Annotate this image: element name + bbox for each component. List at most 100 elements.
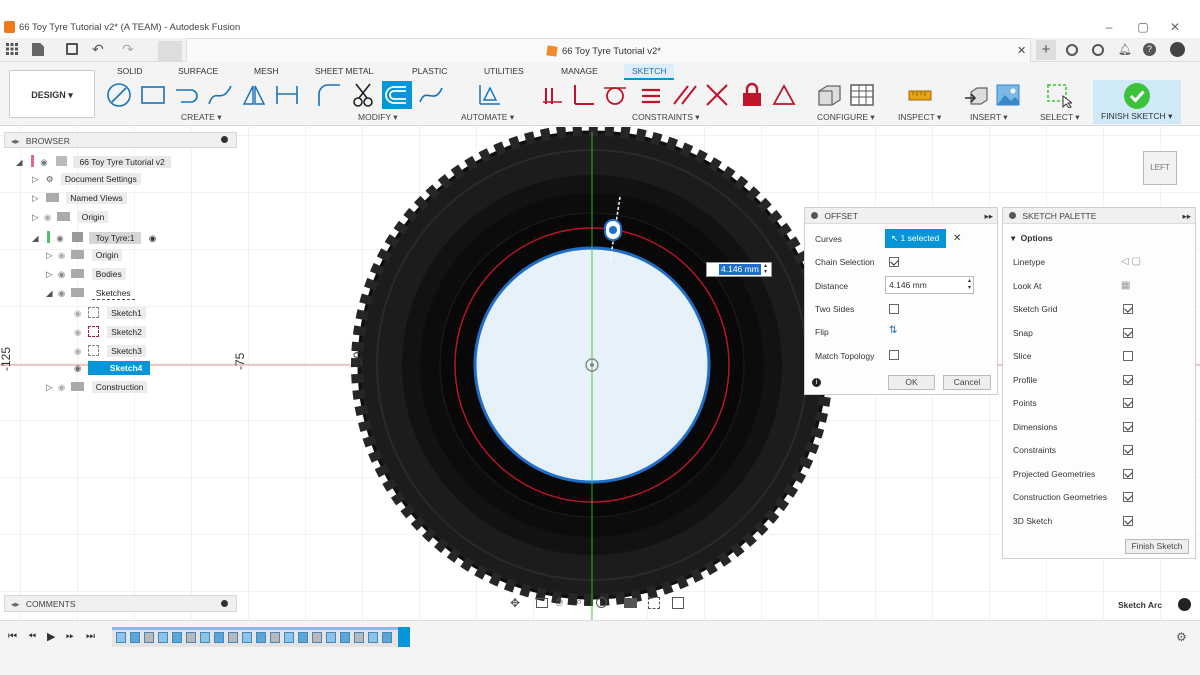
eye-icon[interactable]: ◉: [74, 363, 81, 373]
eye-hidden-icon[interactable]: ◉: [74, 346, 81, 356]
browser-header[interactable]: ◂▸ BROWSER: [4, 132, 237, 148]
fillet-tool-icon[interactable]: [316, 82, 342, 108]
zoom-icon[interactable]: ⌕: [576, 596, 582, 609]
distance-spinner-icon[interactable]: ▴ ▾: [968, 278, 971, 292]
timeline-feature-icon[interactable]: [298, 632, 308, 643]
timeline-feature-icon[interactable]: [284, 632, 294, 643]
browser-pin-icon[interactable]: [221, 136, 228, 143]
timeline-feature-icon[interactable]: [326, 632, 336, 643]
palette-constraints-checkbox[interactable]: [1123, 445, 1133, 455]
viewcube[interactable]: LEFT: [1143, 151, 1177, 185]
zoom-window-icon[interactable]: [596, 597, 607, 608]
display-settings-icon[interactable]: [624, 598, 637, 608]
line-tool-icon[interactable]: [106, 82, 132, 108]
curves-selection-button[interactable]: ↖ 1 selected: [885, 229, 946, 248]
equal-constraint-icon[interactable]: [638, 82, 664, 108]
eye-hidden-icon[interactable]: ◉: [74, 308, 81, 318]
symmetry-constraint-icon[interactable]: [704, 82, 730, 108]
automate-tool-icon[interactable]: [476, 82, 502, 108]
orbit-icon[interactable]: ✥: [510, 596, 520, 610]
timeline-prev-icon[interactable]: ⏪︎: [28, 631, 36, 642]
tree-sketch2[interactable]: ◉ Sketch2: [74, 326, 146, 342]
modify-group-label[interactable]: MODIFY ▾: [358, 112, 398, 123]
dimension-input-value[interactable]: 4.146 mm: [719, 264, 761, 275]
tab-mesh[interactable]: MESH: [254, 66, 279, 76]
grid-settings-icon[interactable]: [648, 597, 660, 609]
palette-slice-checkbox[interactable]: [1123, 351, 1133, 361]
spline-tool-icon[interactable]: [207, 82, 233, 108]
palette-construction-geometries-checkbox[interactable]: [1123, 492, 1133, 502]
save-icon[interactable]: [66, 43, 78, 55]
timeline-feature-icon[interactable]: [144, 632, 154, 643]
timeline-settings-icon[interactable]: ⚙︎: [1176, 630, 1187, 644]
activate-radio-icon[interactable]: ◉: [149, 233, 156, 243]
tab-surface[interactable]: SURFACE: [178, 66, 218, 76]
browser-collapse-icon[interactable]: ◂▸: [11, 136, 20, 146]
palette-snap-checkbox[interactable]: [1123, 327, 1133, 338]
distance-input[interactable]: 4.146 mm ▴ ▾: [885, 276, 974, 294]
insert-group-label[interactable]: INSERT ▾: [970, 112, 1008, 123]
timeline-feature-icon[interactable]: [368, 632, 378, 643]
configure-table-icon[interactable]: [849, 82, 875, 108]
tree-construction[interactable]: ▷ ◉ Construction: [46, 381, 148, 398]
tree-root[interactable]: ◢ ◉ 66 Toy Tyre Tutorial v2: [16, 155, 171, 171]
tree-component[interactable]: ◢ ◉ Toy Tyre:1 ◉: [32, 231, 156, 247]
eye-icon[interactable]: ◉: [58, 288, 65, 298]
create-group-label[interactable]: CREATE ▾: [181, 112, 222, 123]
eye-icon[interactable]: ◉: [40, 157, 47, 167]
palette-profile-checkbox[interactable]: [1123, 374, 1133, 385]
configure-box-icon[interactable]: [816, 82, 842, 108]
timeline-feature-icon[interactable]: [116, 632, 126, 643]
timeline-feature-icon[interactable]: [382, 632, 392, 643]
trim-tool-icon[interactable]: [350, 82, 376, 108]
tree-sketch4[interactable]: ◉ Sketch4: [74, 361, 151, 379]
coincident-constraint-icon[interactable]: [540, 82, 566, 108]
eye-hidden-icon[interactable]: ◉: [58, 250, 65, 260]
ok-button[interactable]: OK: [888, 375, 935, 390]
timeline-feature-icon[interactable]: [186, 632, 196, 643]
comments-collapse-icon[interactable]: ◂▸: [11, 599, 20, 609]
perpendicular-constraint-icon[interactable]: [570, 82, 596, 108]
measure-icon[interactable]: [907, 82, 933, 108]
dimension-tool-icon[interactable]: [274, 82, 300, 108]
document-tab[interactable]: 66 Toy Tyre Tutorial v2* ✕: [186, 38, 1031, 62]
timeline-feature-icon[interactable]: [130, 632, 140, 643]
tangent-constraint-icon[interactable]: [602, 82, 628, 108]
timeline-feature-icon[interactable]: [228, 632, 238, 643]
slot-tool-icon[interactable]: [173, 82, 199, 108]
home-icon[interactable]: [158, 41, 182, 61]
finish-sketch-palette-button[interactable]: Finish Sketch: [1125, 539, 1189, 554]
tree-sketch3[interactable]: ◉ Sketch3: [74, 345, 146, 361]
timeline-feature-icon[interactable]: [200, 632, 210, 643]
flip-icon[interactable]: ⇅: [889, 325, 897, 336]
eye-hidden-icon[interactable]: ◉: [44, 212, 51, 222]
notifications-icon[interactable]: 🔔︎: [1118, 43, 1132, 56]
options-section-header[interactable]: ▾ Options: [1011, 233, 1053, 244]
insert-derive-icon[interactable]: [963, 82, 989, 108]
user-avatar[interactable]: [1170, 42, 1185, 57]
palette-3d-sketch-checkbox[interactable]: [1123, 515, 1133, 526]
parallel-constraint-icon[interactable]: [672, 82, 698, 108]
eye-hidden-icon[interactable]: ◉: [58, 382, 65, 392]
palette-points-checkbox[interactable]: [1123, 398, 1133, 408]
rectangle-tool-icon[interactable]: [140, 82, 166, 108]
timeline-feature-icon[interactable]: [312, 632, 322, 643]
help-icon[interactable]: ?: [1143, 43, 1156, 56]
clear-selection-icon[interactable]: ✕: [953, 233, 961, 244]
dimension-input-box[interactable]: 4.146 mm ▴ ▾: [706, 262, 772, 277]
offset-expand-icon[interactable]: ▸▸: [984, 211, 993, 222]
offset-tool-icon[interactable]: [382, 81, 412, 109]
insert-image-icon[interactable]: [995, 82, 1021, 108]
eye-hidden-icon[interactable]: ◉: [74, 327, 81, 337]
eye-icon[interactable]: ◉: [58, 269, 65, 279]
tree-origin[interactable]: ▷ ◉ Origin: [32, 211, 109, 228]
select-window-icon[interactable]: [1046, 82, 1072, 108]
tree-document-settings[interactable]: ▷ ⚙︎ Document Settings: [32, 173, 141, 190]
timeline-feature-icon[interactable]: [172, 632, 182, 643]
timeline-feature-icon[interactable]: [270, 632, 280, 643]
tree-component-origin[interactable]: ▷ ◉ Origin: [46, 249, 123, 266]
tab-solid[interactable]: SOLID: [117, 66, 143, 76]
chain-selection-checkbox[interactable]: [889, 257, 899, 267]
tree-bodies[interactable]: ▷ ◉ Bodies: [46, 268, 126, 285]
file-menu-icon[interactable]: [32, 43, 44, 56]
